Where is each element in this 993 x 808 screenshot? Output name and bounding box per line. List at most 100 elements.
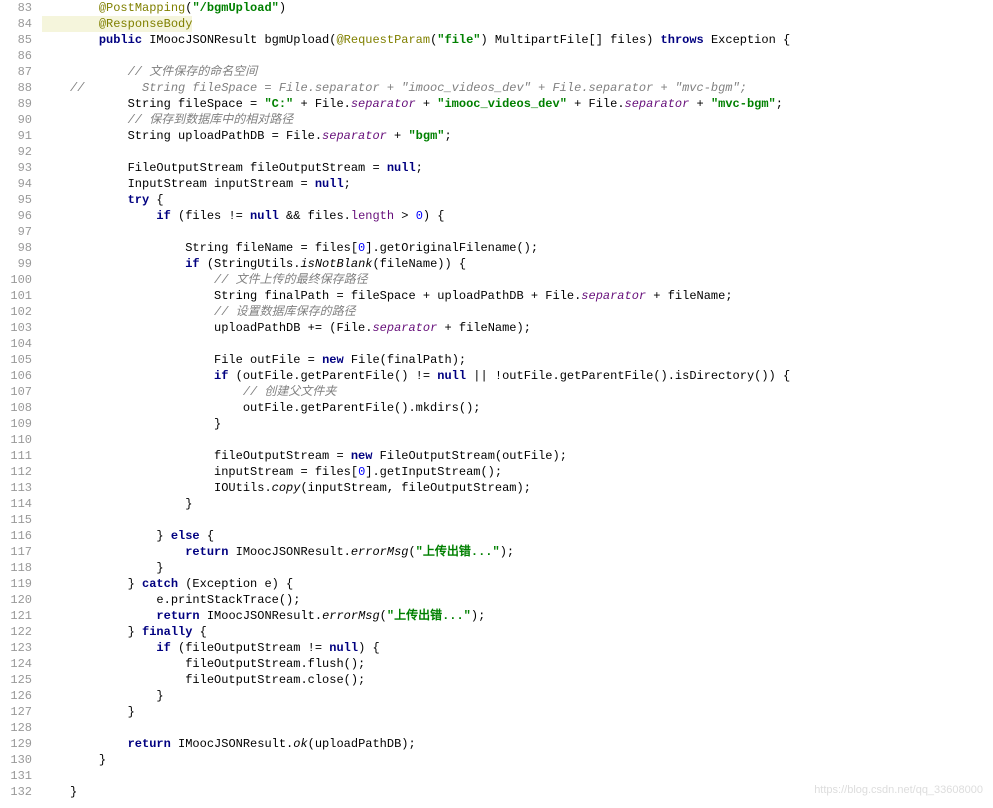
- code-line: 109 }: [0, 416, 790, 432]
- line-number: 125: [0, 672, 42, 688]
- line-number: 100: [0, 272, 42, 288]
- line-text: String fileName = files[0].getOriginalFi…: [42, 240, 538, 256]
- code-line: 111 fileOutputStream = new FileOutputStr…: [0, 448, 790, 464]
- code-lines: 83 @PostMapping("/bgmUpload")84 @Respons…: [0, 0, 790, 808]
- line-number: 120: [0, 592, 42, 608]
- code-line: 131: [0, 768, 790, 784]
- line-text: if (outFile.getParentFile() != null || !…: [42, 368, 790, 384]
- line-number: 115: [0, 512, 42, 528]
- code-editor: 83 @PostMapping("/bgmUpload")84 @Respons…: [0, 0, 993, 808]
- code-line: 103 uploadPathDB += (File.separator + fi…: [0, 320, 790, 336]
- code-line: 88// String fileSpace = File.separator +…: [0, 80, 790, 96]
- line-text: [42, 768, 70, 784]
- line-number: 90: [0, 112, 42, 128]
- code-line: 100 // 文件上传的最终保存路径: [0, 272, 790, 288]
- code-line: 118 }: [0, 560, 790, 576]
- code-line: 91 String uploadPathDB = File.separator …: [0, 128, 790, 144]
- code-line: 94 InputStream inputStream = null;: [0, 176, 790, 192]
- line-number: 107: [0, 384, 42, 400]
- line-number: 88: [0, 80, 42, 96]
- code-line: 110: [0, 432, 790, 448]
- line-text: outFile.getParentFile().mkdirs();: [42, 400, 480, 416]
- code-line: 132}: [0, 784, 790, 800]
- line-text: return IMoocJSONResult.ok(uploadPathDB);: [42, 736, 416, 752]
- line-text: }: [42, 784, 77, 800]
- line-text: }: [42, 416, 221, 432]
- line-text: // 设置数据库保存的路径: [42, 304, 356, 320]
- line-number: 93: [0, 160, 42, 176]
- line-number: 110: [0, 432, 42, 448]
- line-text: return IMoocJSONResult.errorMsg("上传出错...…: [42, 608, 485, 624]
- line-text: }: [42, 688, 164, 704]
- line-text: [42, 336, 70, 352]
- line-number: 102: [0, 304, 42, 320]
- line-text: if (StringUtils.isNotBlank(fileName)) {: [42, 256, 466, 272]
- code-line: 119 } catch (Exception e) {: [0, 576, 790, 592]
- line-number: 103: [0, 320, 42, 336]
- line-number: 109: [0, 416, 42, 432]
- code-line: 117 return IMoocJSONResult.errorMsg("上传出…: [0, 544, 790, 560]
- line-text: // 文件保存的命名空间: [42, 64, 257, 80]
- line-text: }: [42, 496, 192, 512]
- line-number: 116: [0, 528, 42, 544]
- line-text: if (files != null && files.length > 0) {: [42, 208, 445, 224]
- code-line: 96 if (files != null && files.length > 0…: [0, 208, 790, 224]
- line-text: inputStream = files[0].getInputStream();: [42, 464, 502, 480]
- line-text: }: [42, 752, 106, 768]
- line-text: [42, 48, 70, 64]
- line-text: String fileSpace = "C:" + File.separator…: [42, 96, 783, 112]
- code-line: 98 String fileName = files[0].getOrigina…: [0, 240, 790, 256]
- code-line: 102 // 设置数据库保存的路径: [0, 304, 790, 320]
- line-number: 129: [0, 736, 42, 752]
- line-text: fileOutputStream = new FileOutputStream(…: [42, 448, 567, 464]
- code-line: 85 public IMoocJSONResult bgmUpload(@Req…: [0, 32, 790, 48]
- line-text: } else {: [42, 528, 214, 544]
- line-text: [42, 720, 70, 736]
- line-number: 94: [0, 176, 42, 192]
- line-text: File outFile = new File(finalPath);: [42, 352, 466, 368]
- line-text: InputStream inputStream = null;: [42, 176, 351, 192]
- code-line: 87 // 文件保存的命名空间: [0, 64, 790, 80]
- line-number: 111: [0, 448, 42, 464]
- line-number: 112: [0, 464, 42, 480]
- code-line: 105 File outFile = new File(finalPath);: [0, 352, 790, 368]
- line-text: [42, 512, 70, 528]
- line-text: [42, 144, 70, 160]
- line-number: 108: [0, 400, 42, 416]
- line-number: 127: [0, 704, 42, 720]
- line-number: 98: [0, 240, 42, 256]
- line-text: @PostMapping("/bgmUpload"): [42, 0, 286, 16]
- line-number: 86: [0, 48, 42, 64]
- line-text: // 文件上传的最终保存路径: [42, 272, 368, 288]
- code-line: 114 }: [0, 496, 790, 512]
- code-line: 120 e.printStackTrace();: [0, 592, 790, 608]
- line-text: // String fileSpace = File.separator + "…: [42, 80, 747, 96]
- line-text: }: [42, 704, 135, 720]
- code-line: 90 // 保存到数据库中的相对路径: [0, 112, 790, 128]
- line-text: if (fileOutputStream != null) {: [42, 640, 380, 656]
- code-line: 115: [0, 512, 790, 528]
- code-line: 121 return IMoocJSONResult.errorMsg("上传出…: [0, 608, 790, 624]
- code-line: 86: [0, 48, 790, 64]
- line-text: [42, 224, 70, 240]
- line-number: 89: [0, 96, 42, 112]
- line-number: 122: [0, 624, 42, 640]
- line-number: 114: [0, 496, 42, 512]
- line-number: 97: [0, 224, 42, 240]
- line-text: // 保存到数据库中的相对路径: [42, 112, 293, 128]
- code-line: 129 return IMoocJSONResult.ok(uploadPath…: [0, 736, 790, 752]
- line-number: 121: [0, 608, 42, 624]
- line-number: 132: [0, 784, 42, 800]
- line-number: 105: [0, 352, 42, 368]
- code-line: 112 inputStream = files[0].getInputStrea…: [0, 464, 790, 480]
- line-text: FileOutputStream fileOutputStream = null…: [42, 160, 423, 176]
- line-text: public IMoocJSONResult bgmUpload(@Reques…: [42, 32, 790, 48]
- line-text: } finally {: [42, 624, 207, 640]
- line-number: 117: [0, 544, 42, 560]
- line-number: 123: [0, 640, 42, 656]
- line-number: 85: [0, 32, 42, 48]
- code-line: 123 if (fileOutputStream != null) {: [0, 640, 790, 656]
- line-text: String finalPath = fileSpace + uploadPat…: [42, 288, 733, 304]
- code-line: 116 } else {: [0, 528, 790, 544]
- code-line: 93 FileOutputStream fileOutputStream = n…: [0, 160, 790, 176]
